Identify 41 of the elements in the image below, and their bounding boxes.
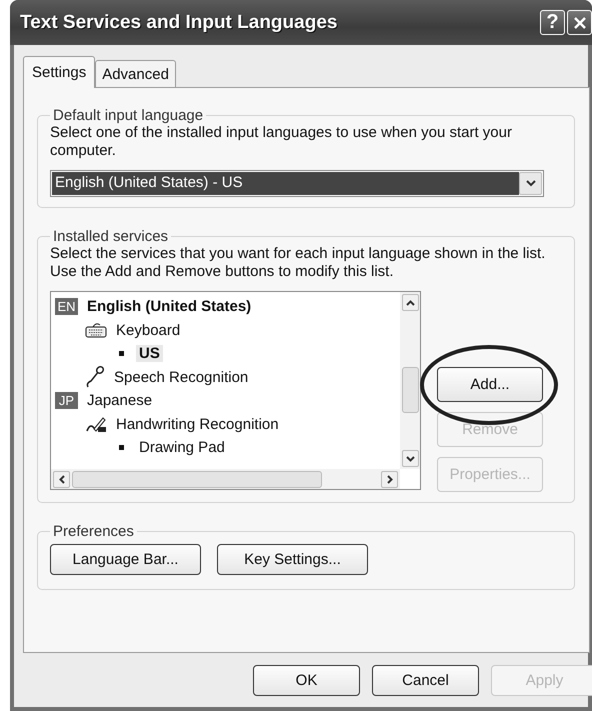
tree-item[interactable]: Japanese: [84, 392, 156, 410]
description-text: Select one of the installed input languages to use when you start your computer.: [50, 124, 513, 160]
dialog-button[interactable]: Cancel: [372, 665, 479, 696]
services-tree[interactable]: EN English (United States) Keyboard US Speech Recognition JP Japanese Handwriting Recognition Drawing Pad: [50, 291, 421, 490]
tree-item[interactable]: English (United States): [84, 298, 254, 316]
tree-item[interactable]: Drawing Pad: [136, 439, 228, 456]
window-title: Text Services and Input Languages: [20, 12, 338, 34]
service-button[interactable]: Add...: [437, 367, 543, 402]
help-button[interactable]: ?: [540, 10, 565, 35]
bullet-icon: [119, 445, 124, 450]
description-text: Select the services that you want for each input language shown in the list. Use the Add and Remove buttons to modify this list.: [50, 245, 546, 281]
scroll-down-icon: [406, 456, 414, 462]
close-icon: [572, 16, 586, 30]
vertical-scrollbar[interactable]: [400, 292, 420, 469]
language-badge: JP: [55, 392, 78, 410]
microphone-icon: [85, 366, 105, 388]
bullet-icon: [119, 351, 124, 356]
group-label: Installed services: [52, 228, 170, 245]
horizontal-scrollbar[interactable]: [51, 469, 400, 489]
dialog-button[interactable]: OK: [253, 665, 360, 696]
scroll-up-icon: [406, 300, 414, 306]
dropdown-value: English (United States) - US: [52, 172, 519, 195]
scroll-right-icon: [386, 474, 392, 484]
tab[interactable]: Settings: [23, 56, 96, 88]
tree-item[interactable]: Speech Recognition: [111, 368, 252, 386]
group-label: Default input language: [52, 107, 204, 124]
group-label: Preferences: [52, 523, 135, 540]
keyboard-icon: [85, 322, 107, 338]
pen-writing-icon: [85, 415, 107, 434]
scroll-thumb[interactable]: [402, 367, 418, 413]
language-dropdown[interactable]: English (United States) - US: [50, 170, 544, 197]
preference-button[interactable]: Key Settings...: [217, 544, 368, 575]
tab[interactable]: Advanced: [95, 60, 176, 87]
tree-item[interactable]: US: [136, 345, 163, 362]
tree-item[interactable]: Keyboard: [113, 322, 184, 339]
scroll-thumb[interactable]: [72, 470, 322, 488]
scroll-left-icon: [58, 474, 64, 484]
preference-button[interactable]: Language Bar...: [50, 544, 201, 575]
close-button[interactable]: [567, 10, 592, 35]
language-badge: EN: [55, 298, 78, 316]
tree-item[interactable]: Handwriting Recognition: [113, 416, 282, 433]
